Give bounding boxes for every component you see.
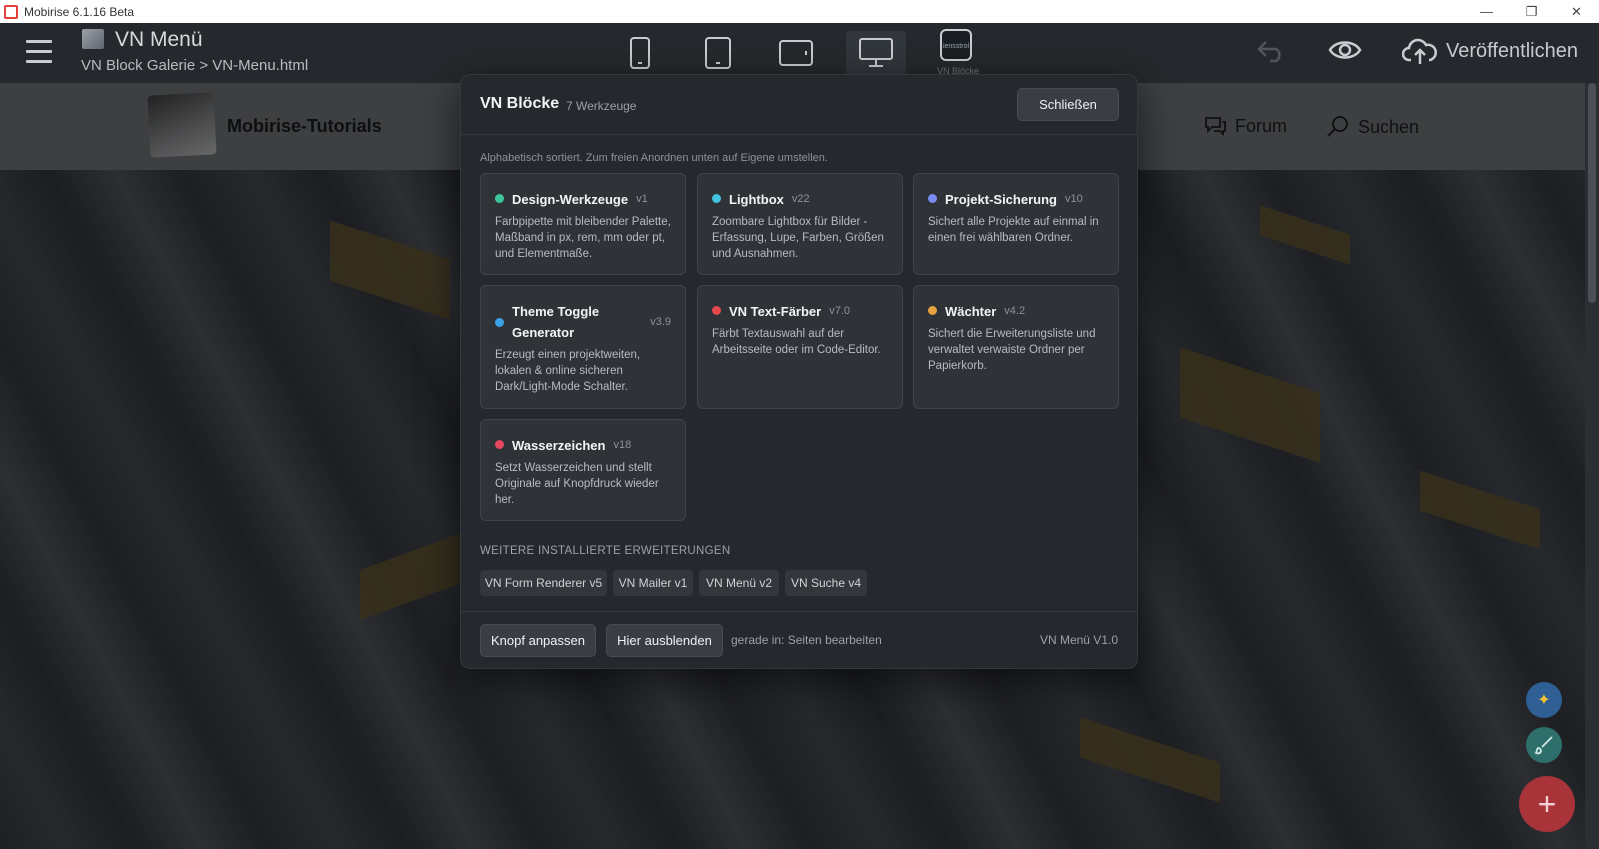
- tool-description: Erzeugt einen projektweiten, lokalen & o…: [495, 349, 641, 393]
- tool-card-waechter[interactable]: Wächter v4.2 Sichert die Erweiterungslist…: [913, 285, 1119, 409]
- undo-icon[interactable]: [1256, 39, 1286, 63]
- tool-description: Setzt Wasserzeichen und stellt Originale…: [495, 462, 659, 506]
- modal-title: VN Blöcke: [480, 95, 560, 112]
- tool-name: Wasserzeichen: [512, 438, 606, 453]
- tool-version: v10: [1064, 193, 1083, 205]
- publish-label: Veröffentlichen: [1446, 39, 1578, 62]
- tool-description: Sichert die Erweiterungsliste und verwal…: [928, 328, 1096, 372]
- more-extensions-heading: WEITERE INSTALLIERTE ERWEITERUNGEN: [480, 545, 731, 557]
- vn-blocks-modal: VN Blöcke 7 Werkzeuge Schließen Alphabet…: [460, 74, 1138, 669]
- tool-version: v1: [636, 193, 648, 205]
- mobile-view-button[interactable]: [610, 31, 670, 75]
- sort-hint: Alphabetisch sortiert. Zum freien Anordn…: [480, 152, 828, 164]
- desktop-icon: [859, 38, 893, 67]
- tool-count: 7 Werkzeuge: [566, 99, 637, 113]
- page-name: VN Menü: [115, 28, 203, 51]
- extension-chip[interactable]: VN Suche v4: [785, 570, 867, 596]
- menu-version: VN Menü V1.0: [1039, 633, 1118, 647]
- phone-icon: [630, 37, 650, 69]
- breadcrumb[interactable]: VN Block Galerie > VN-Menu.html: [81, 57, 308, 74]
- tool-version: v7.0: [829, 305, 851, 317]
- desktop-view-button[interactable]: [846, 31, 906, 75]
- extension-chip[interactable]: VN Menü v2: [699, 570, 779, 596]
- brush-icon: [1534, 736, 1553, 755]
- tool-name: Theme Toggle Generator: [512, 304, 600, 340]
- restore-button[interactable]: ❐: [1509, 0, 1554, 23]
- tool-version: v18: [613, 439, 632, 451]
- publish-button[interactable]: Veröffentlichen: [1402, 36, 1578, 66]
- tablet-landscape-view-button[interactable]: [766, 31, 826, 75]
- add-block-button[interactable]: +: [1519, 776, 1575, 832]
- preview-eye-icon[interactable]: [1328, 38, 1362, 62]
- page-thumbnail-icon: [82, 29, 104, 49]
- close-window-button[interactable]: ✕: [1554, 0, 1599, 23]
- customize-button[interactable]: Knopf anpassen: [480, 624, 596, 657]
- tool-card-vn-text-faerber[interactable]: VN Text-Färber v7.0 Färbt Textauswahl auf…: [697, 285, 903, 409]
- status-dot: [712, 306, 721, 315]
- tool-description: Zoombare Lightbox für Bilder - Erfassung…: [712, 216, 884, 260]
- tool-card-lightbox[interactable]: Lightbox v22 Zoombare Lightbox für Bilder…: [697, 173, 903, 275]
- tool-description: Farbpipette mit bleibender Palette, Maßb…: [495, 216, 671, 260]
- window-titlebar: Mobirise 6.1.16 Beta — ❐ ✕: [0, 0, 1599, 23]
- vn-blocks-extension-icon[interactable]: iensstrol: [940, 29, 972, 61]
- tool-name: Wächter: [945, 304, 997, 319]
- app-icon: [4, 4, 18, 19]
- tool-card-design-werkzeuge[interactable]: Design-Werkzeuge v1 Farbpipette mit bleib…: [480, 173, 686, 275]
- status-dot: [495, 440, 504, 449]
- extension-chip[interactable]: VN Form Renderer v5: [480, 570, 607, 596]
- plus-icon: +: [1537, 785, 1557, 822]
- tool-card-theme-toggle-generator[interactable]: Theme Toggle Generator v3.9 Erzeugt einen…: [480, 285, 686, 409]
- current-mode-status: gerade in: Seiten bearbeiten: [731, 633, 882, 647]
- window-title: Mobirise 6.1.16 Beta: [24, 4, 135, 19]
- tool-name: Design-Werkzeuge: [512, 192, 629, 207]
- preview-scrollbar[interactable]: [1585, 83, 1599, 849]
- status-dot: [928, 306, 937, 315]
- hamburger-menu-icon[interactable]: [26, 40, 52, 64]
- status-dot: [928, 194, 937, 203]
- tool-card-projekt-sicherung[interactable]: Projekt-Sicherung v10 Sichert alle Projek…: [913, 173, 1119, 275]
- tool-version: v3.9: [650, 315, 671, 328]
- tool-version: v22: [791, 193, 810, 205]
- tool-description: Färbt Textauswahl auf der Arbeitsseite o…: [712, 328, 881, 356]
- tool-card-wasserzeichen[interactable]: Wasserzeichen v18 Setzt Wasserzeichen und…: [480, 419, 686, 521]
- tablet-view-button[interactable]: [688, 31, 748, 75]
- cloud-upload-icon: [1402, 38, 1437, 64]
- modal-footer: Knopf anpassen Hier ausblenden gerade in…: [461, 611, 1137, 668]
- tablet-landscape-icon: [779, 40, 813, 66]
- window-controls: — ❐ ✕: [1464, 0, 1599, 23]
- status-dot: [495, 194, 504, 203]
- tool-version: v4.2: [1004, 305, 1026, 317]
- tool-name: Lightbox: [729, 192, 784, 207]
- close-button[interactable]: Schließen: [1017, 88, 1119, 121]
- tool-name: VN Text-Färber: [729, 304, 822, 319]
- sparkle-button[interactable]: ✦: [1526, 682, 1562, 718]
- hide-here-button[interactable]: Hier ausblenden: [606, 624, 723, 657]
- tool-description: Sichert alle Projekte auf einmal in eine…: [928, 216, 1099, 244]
- tool-name: Projekt-Sicherung: [945, 192, 1057, 207]
- minimize-button[interactable]: —: [1464, 0, 1509, 23]
- modal-header: VN Blöcke 7 Werkzeuge Schließen: [461, 75, 1137, 135]
- tablet-icon: [705, 37, 731, 69]
- sparkle-icon: ✦: [1537, 692, 1551, 709]
- status-dot: [495, 317, 504, 327]
- status-dot: [712, 194, 721, 203]
- extension-chip[interactable]: VN Mailer v1: [613, 570, 693, 596]
- design-brush-button[interactable]: [1526, 727, 1562, 763]
